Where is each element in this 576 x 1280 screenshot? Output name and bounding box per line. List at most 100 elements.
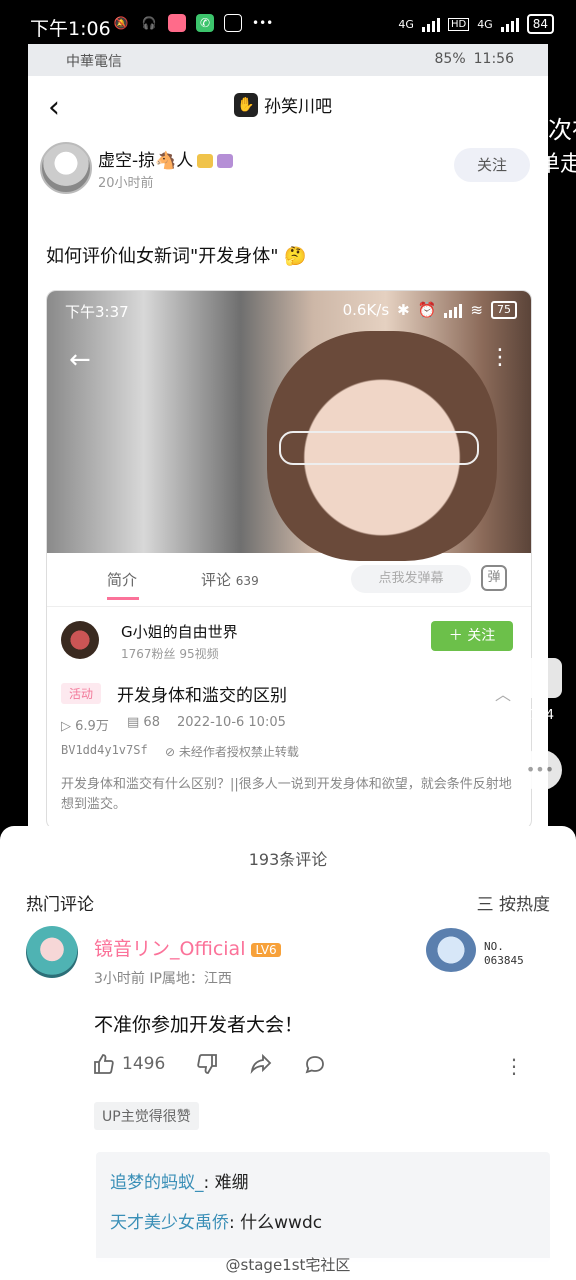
net-label-1: 4G (398, 17, 414, 31)
bluetooth-icon: ✱ (397, 301, 410, 319)
net-speed: 0.6K/s (342, 301, 390, 319)
notification-icons: 🔕 🎧 ✆ ••• (112, 14, 274, 32)
danmaku-count: ▤ 68 (127, 715, 160, 730)
post-time: 20小时前 (98, 176, 154, 191)
copyright-notice: ⊘ 未经作者授权禁止转载 (165, 745, 299, 759)
bvid-row: BV1dd4y1v7Sf ⊘ 未经作者授权禁止转载 (47, 739, 531, 767)
inner-screenshot: 中華電信 85% 11:56 ‹ ✋ 孙笑川吧 虚空-掠🐴人 20小时前 关注 … (28, 44, 548, 834)
comment-more-icon[interactable]: ⋮ (504, 1054, 524, 1078)
battery-icon: 84 (526, 14, 554, 34)
comment-sheet: 193条评论 热门评论 三 按热度 镜音リン_Official LV6 3小时前 … (0, 826, 576, 1280)
video-tabs: 简介 评论 639 点我发弹幕 弹 (47, 553, 531, 607)
inner-time: 11:56 (473, 51, 514, 67)
app-icon-outline (224, 14, 242, 32)
more-dots-icon: ••• (252, 16, 274, 30)
comment-actions: 1496 (92, 1052, 357, 1076)
dislike-button[interactable] (195, 1052, 219, 1076)
uploader-avatar[interactable] (61, 621, 99, 659)
comment-meta: 3小时前 IP属地：江西 (94, 971, 232, 987)
publish-date: 2022-10-6 10:05 (177, 715, 286, 730)
video-frame[interactable]: 下午3:37 0.6K/s ✱ ⏰ ≋ 75 ← ⋮ (47, 291, 531, 561)
wifi-icon: ≋ (470, 301, 483, 319)
hot-comments-label: 热门评论 (26, 895, 94, 915)
author-avatar[interactable] (40, 142, 92, 194)
post-header: 虚空-掠🐴人 20小时前 关注 (28, 138, 548, 200)
chevron-up-icon[interactable]: ︿ (495, 681, 511, 705)
fan-medal-number: NO. 063845 (484, 940, 524, 967)
phone-icon: ✆ (196, 14, 214, 32)
level-badge-icon (217, 154, 234, 168)
fan-medal-icon (426, 928, 476, 972)
mute-icon: 🔕 (113, 16, 129, 30)
forum-title[interactable]: ✋ 孙笑川吧 (234, 92, 332, 117)
sort-button[interactable]: 三 按热度 (477, 890, 550, 915)
reply-item: 追梦的蚂蚁_: 难绷 (110, 1173, 249, 1193)
up-liked-badge: UP主觉得很赞 (94, 1102, 199, 1130)
comment-text: 不准你参加开发者大会！ (94, 1014, 304, 1036)
video-description: 开发身体和滥交有什么区别？||很多人一说到开发身体和欲望，就会条件反射地想到滥交… (61, 777, 512, 812)
forum-topbar: ‹ ✋ 孙笑川吧 (28, 76, 548, 138)
side-like-count: 1754 (520, 708, 554, 723)
outer-status-right: 4G HD 4G 84 (398, 14, 554, 34)
uploader-name[interactable]: G小姐的自由世界 (121, 621, 238, 642)
emoji-icon: 🤔 (284, 246, 307, 267)
video-back-icon[interactable]: ← (69, 345, 91, 375)
uploader-follow-button[interactable]: ＋ 关注 (431, 621, 513, 651)
bvid: BV1dd4y1v7Sf (61, 743, 148, 757)
tab-intro[interactable]: 简介 (107, 569, 137, 590)
forum-logo-icon: ✋ (234, 92, 258, 117)
signal-icon-2 (500, 16, 519, 32)
danmu-toggle-icon[interactable]: 弹 (481, 565, 507, 591)
like-button[interactable]: 1496 (92, 1052, 165, 1076)
outer-time: 下午1:06 (30, 18, 111, 40)
video-status-right: 0.6K/s ✱ ⏰ ≋ 75 (343, 301, 517, 319)
share-icon (250, 1053, 272, 1075)
commenter-avatar[interactable] (26, 926, 78, 978)
inner-status-bar: 中華電信 85% 11:56 (28, 44, 548, 76)
side-like-icon[interactable] (518, 658, 562, 698)
reply-preview-box[interactable]: 追梦的蚂蚁_: 难绷 天才美少女禹侨: 什么wwdc (96, 1152, 550, 1262)
uploader-stats: 1767粉丝 95视频 (121, 647, 219, 661)
level-badge: LV6 (251, 942, 281, 957)
embedded-video-screenshot[interactable]: 下午3:37 0.6K/s ✱ ⏰ ≋ 75 ← ⋮ 简介 评论 639 点我发… (46, 290, 532, 830)
back-icon[interactable]: ‹ (48, 90, 60, 125)
share-button[interactable] (249, 1052, 273, 1076)
comment-count-title: 193条评论 (248, 850, 328, 869)
headphone-icon: 🎧 (141, 16, 157, 30)
outer-status-bar: 下午1:06 🔕 🎧 ✆ ••• 4G HD 4G 84 (0, 0, 576, 44)
video-more-icon[interactable]: ⋮ (489, 345, 511, 370)
reply-button[interactable] (303, 1052, 327, 1076)
thumbs-up-icon (94, 1054, 114, 1074)
author-name: 虚空-掠🐴人 (98, 151, 194, 171)
vip-badge-icon (197, 154, 214, 168)
alarm-icon: ⏰ (417, 301, 437, 319)
comment-bubble-icon (305, 1056, 325, 1074)
follow-button[interactable]: 关注 (454, 148, 530, 182)
forum-name: 孙笑川吧 (264, 97, 332, 117)
video-battery-icon: 75 (491, 301, 517, 319)
video-signal-icon (444, 302, 463, 318)
net-label-2: 4G (477, 17, 493, 31)
app-icon-pink (168, 14, 186, 32)
inner-status-right: 85% 11:56 (435, 51, 514, 67)
tab-comments[interactable]: 评论 639 (201, 569, 259, 590)
video-status-bar: 下午3:37 0.6K/s ✱ ⏰ ≋ 75 (47, 291, 531, 327)
like-count: 1496 (122, 1054, 166, 1074)
watermark: @stage1st宅社区 (225, 1256, 351, 1274)
danmu-input[interactable]: 点我发弹幕 (351, 565, 471, 593)
signal-icon-1 (421, 16, 440, 32)
inner-battery: 85% (434, 51, 466, 67)
side-comment-icon[interactable]: ••• (518, 750, 562, 790)
thumbs-down-icon (197, 1054, 218, 1074)
video-title: 开发身体和滥交的区别 (117, 686, 287, 706)
author-name-row[interactable]: 虚空-掠🐴人 (98, 146, 234, 171)
uploader-row: G小姐的自由世界 1767粉丝 95视频 ＋ 关注 (47, 607, 531, 677)
tab-indicator (107, 597, 139, 600)
reply-item: 天才美少女禹侨: 什么wwdc (110, 1213, 323, 1233)
video-meta: ▷ 6.9万 ▤ 68 2022-10-6 10:05 (47, 711, 531, 739)
video-glasses (279, 431, 479, 465)
video-status-time: 下午3:37 (65, 303, 129, 321)
commenter-name-row[interactable]: 镜音リン_Official LV6 (94, 934, 281, 961)
activity-tag[interactable]: 活动 (61, 683, 102, 704)
hd-icon: HD (447, 17, 470, 31)
